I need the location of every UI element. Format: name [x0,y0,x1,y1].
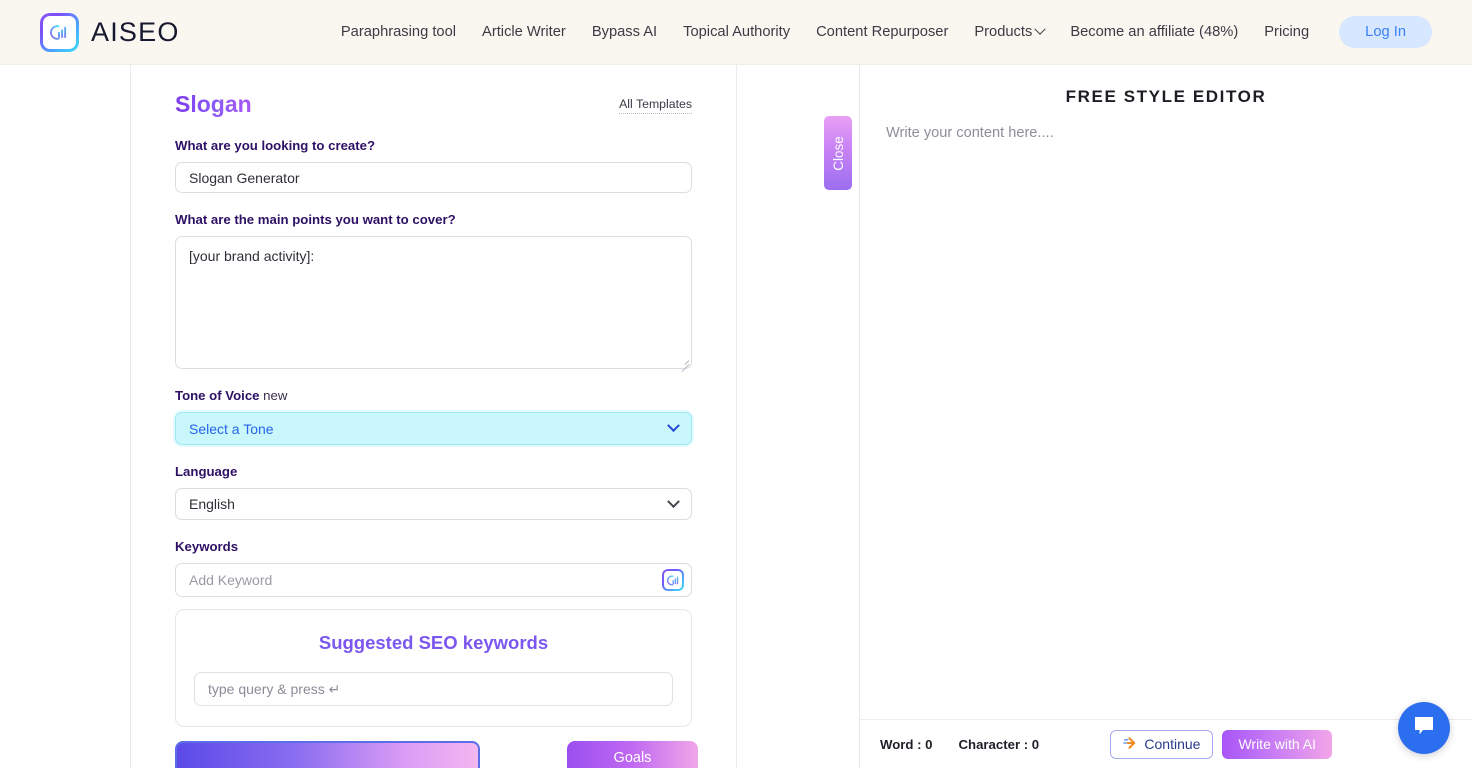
nav-item-bypass-ai[interactable]: Bypass AI [592,24,657,40]
write-with-ai-button[interactable]: Write with AI [1222,730,1332,759]
suggested-seo-keywords-panel: Suggested SEO keywords [175,609,692,727]
nav-label: Content Repurposer [816,24,948,40]
nav-item-content-repurposer[interactable]: Content Repurposer [816,24,948,40]
continue-label: Continue [1144,736,1200,752]
free-style-editor-panel: Close FREE STYLE EDITOR Write your conte… [859,65,1472,768]
nav-item-products[interactable]: Products [974,24,1044,40]
editor-content-area[interactable]: Write your content here.... [860,107,1472,719]
nav-label: Paraphrasing tool [341,24,456,40]
tone-label-text: Tone of Voice [175,388,260,403]
nav-label: Become an affiliate (48%) [1070,24,1238,40]
nav-item-become-an-affiliate[interactable]: Become an affiliate (48%) [1070,24,1238,40]
field-label: Tone of Voice new [175,388,692,403]
nav-label: Products [974,24,1032,40]
add-keyword-input[interactable] [175,563,692,597]
keyword-query-input[interactable] [194,672,673,706]
tone-of-voice-select[interactable]: Select a Tone [175,412,692,445]
main-points-textarea[interactable] [175,236,692,369]
all-templates-link[interactable]: All Templates [619,97,692,114]
looking-to-create-input[interactable] [175,162,692,193]
field-looking-to-create: What are you looking to create? [175,138,692,193]
aiseo-suggest-keyword-icon[interactable] [662,569,684,591]
brand-logo[interactable]: AISEO [40,13,180,52]
nav-label: Bypass AI [592,24,657,40]
log-in-button[interactable]: Log In [1339,16,1432,48]
form-header: Slogan All Templates [175,91,692,118]
field-label: What are the main points you want to cov… [175,212,692,227]
editor-status-bar: Word : 0 Character : 0 Continue Write wi… [860,719,1472,768]
close-panel-tab[interactable]: Close [824,116,852,190]
chevron-down-icon [1035,24,1046,35]
nav-item-topical-authority[interactable]: Topical Authority [683,24,790,40]
form-actions: Goals [175,741,692,768]
field-label: Language [175,464,692,479]
field-main-points: What are the main points you want to cov… [175,212,692,369]
page-title: Slogan [175,91,252,118]
nav-item-paraphrasing-tool[interactable]: Paraphrasing tool [341,24,456,40]
chat-bubble-icon [1411,714,1437,743]
field-keywords: Keywords [175,539,692,597]
editor-title: FREE STYLE EDITOR [860,65,1472,107]
field-label: What are you looking to create? [175,138,692,153]
generate-button[interactable] [175,741,480,768]
character-count: Character : 0 [959,737,1040,752]
goals-button[interactable]: Goals [567,741,698,768]
page-body: Slogan All Templates What are you lookin… [0,65,1472,768]
nav-item-article-writer[interactable]: Article Writer [482,24,566,40]
editor-placeholder: Write your content here.... [886,125,1054,141]
nav-label: Topical Authority [683,24,790,40]
left-rail [0,65,131,768]
main-nav: Paraphrasing tool Article Writer Bypass … [341,16,1432,48]
editor-actions: Continue Write with AI [1110,730,1332,759]
nav-label: Article Writer [482,24,566,40]
tone-selected-value: Select a Tone [189,421,274,437]
top-navigation-bar: AISEO Paraphrasing tool Article Writer B… [0,0,1472,65]
nav-item-pricing[interactable]: Pricing [1264,24,1309,40]
tone-new-badge: new [263,388,287,403]
language-selected-value: English [189,496,235,512]
aiseo-bar-chart-logo-icon [40,13,79,52]
field-tone-of-voice: Tone of Voice new Select a Tone [175,388,692,445]
chat-widget-button[interactable] [1398,702,1450,754]
suggested-keywords-title: Suggested SEO keywords [194,632,673,654]
continue-button[interactable]: Continue [1110,730,1213,759]
brand-name: AISEO [91,17,180,48]
close-tab-label: Close [831,136,846,171]
nav-label: Pricing [1264,24,1309,40]
field-label: Keywords [175,539,692,554]
chevron-down-icon [667,419,680,432]
language-select[interactable]: English [175,488,692,520]
word-count: Word : 0 [880,737,933,752]
chevron-down-icon [667,495,680,508]
dash-arrow-icon [1123,736,1139,753]
template-form-panel: Slogan All Templates What are you lookin… [131,65,737,768]
field-language: Language English [175,464,692,520]
